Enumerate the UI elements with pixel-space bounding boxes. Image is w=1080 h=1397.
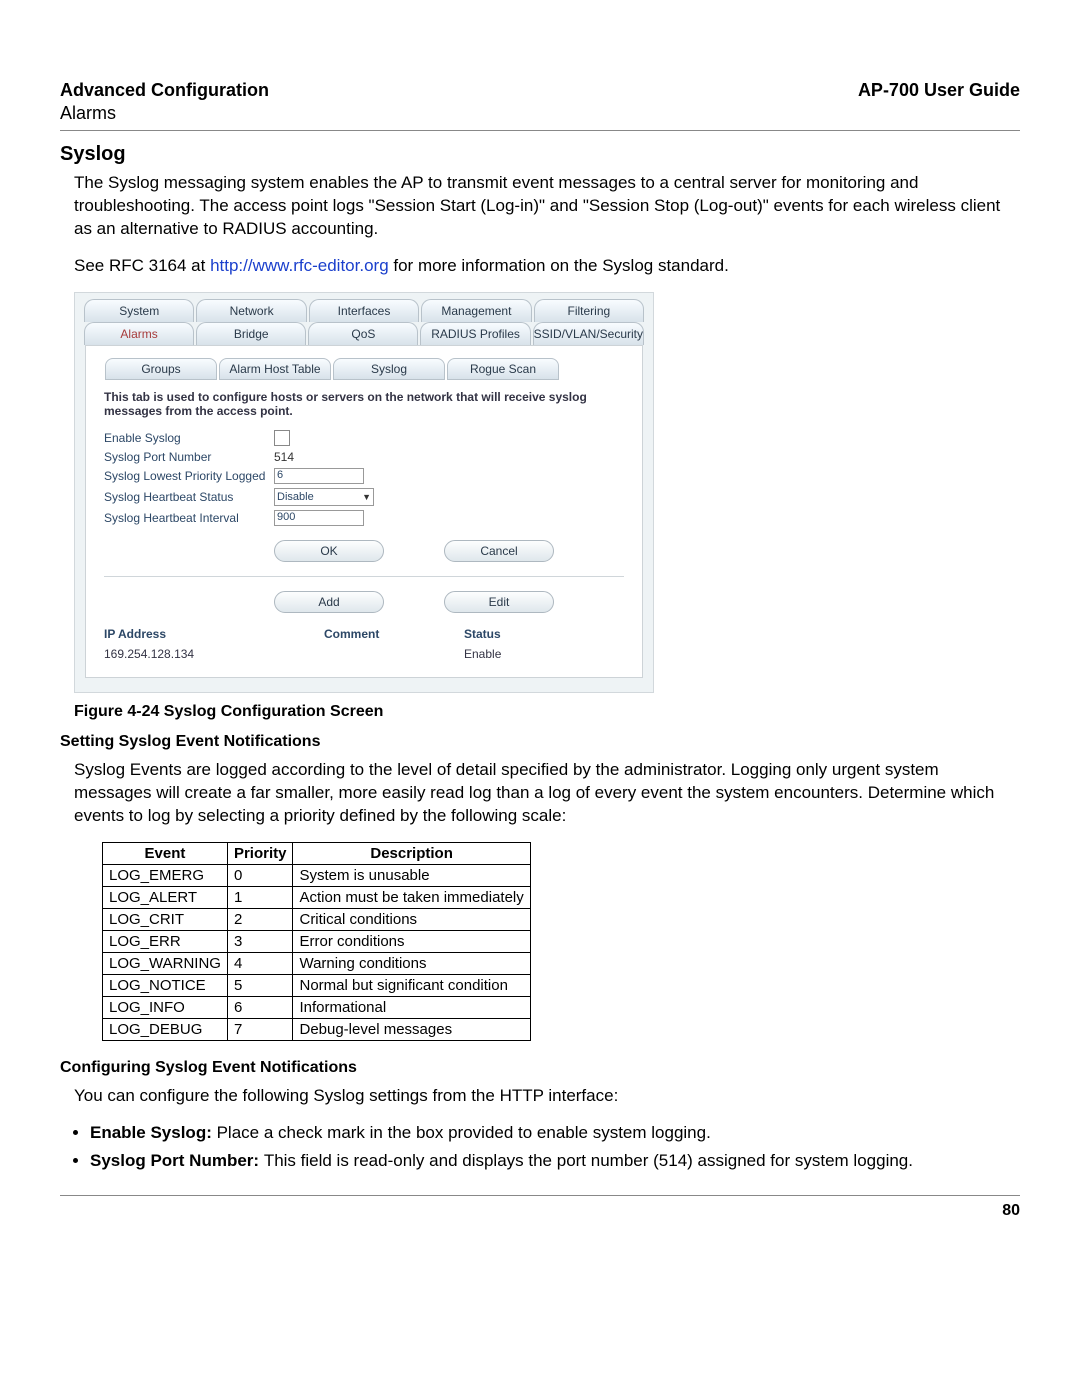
section-title: Syslog [60, 143, 1020, 166]
table-cell: 1 [227, 886, 293, 908]
hostrow-ip: 169.254.128.134 [104, 647, 324, 661]
hbstatus-label: Syslog Heartbeat Status [104, 490, 274, 504]
cancel-button[interactable]: Cancel [444, 540, 554, 562]
table-cell: LOG_ERR [103, 930, 228, 952]
priority-label: Syslog Lowest Priority Logged [104, 469, 274, 483]
hostrow-comment [324, 647, 464, 661]
enable-syslog-label: Enable Syslog [104, 431, 274, 445]
table-cell: 4 [227, 952, 293, 974]
paragraph-rfc: See RFC 3164 at http://www.rfc-editor.or… [74, 255, 1020, 278]
table-cell: LOG_WARNING [103, 952, 228, 974]
table-cell: 5 [227, 974, 293, 996]
tab-qos[interactable]: QoS [308, 322, 418, 345]
table-cell: Normal but significant condition [293, 974, 530, 996]
pri-h-desc: Description [293, 842, 530, 864]
table-cell: Informational [293, 996, 530, 1018]
table-cell: 2 [227, 908, 293, 930]
table-cell: Error conditions [293, 930, 530, 952]
edit-button[interactable]: Edit [444, 591, 554, 613]
pri-h-priority: Priority [227, 842, 293, 864]
subtab-alarmhost[interactable]: Alarm Host Table [219, 358, 331, 380]
tab-bridge[interactable]: Bridge [196, 322, 306, 345]
hosthdr-comment: Comment [324, 627, 464, 641]
hbint-field[interactable]: 900 [274, 510, 364, 526]
paragraph-config: You can configure the following Syslog s… [74, 1085, 1020, 1108]
header-sub: Alarms [60, 103, 1020, 124]
priority-field[interactable]: 6 [274, 468, 364, 484]
hosthdr-status: Status [464, 627, 584, 641]
table-cell: Warning conditions [293, 952, 530, 974]
table-cell: 3 [227, 930, 293, 952]
header-left: Advanced Configuration [60, 80, 269, 101]
tab-interfaces[interactable]: Interfaces [309, 299, 419, 322]
table-cell: Critical conditions [293, 908, 530, 930]
hostrow-status: Enable [464, 647, 584, 661]
subtab-roguescan[interactable]: Rogue Scan [447, 358, 559, 380]
header-rule [60, 130, 1020, 131]
table-cell: System is unusable [293, 864, 530, 886]
ok-button[interactable]: OK [274, 540, 384, 562]
subtab-syslog[interactable]: Syslog [333, 358, 445, 380]
subhead-setting: Setting Syslog Event Notifications [60, 733, 1020, 751]
hbint-label: Syslog Heartbeat Interval [104, 511, 274, 525]
table-cell: 6 [227, 996, 293, 1018]
table-cell: LOG_CRIT [103, 908, 228, 930]
port-value: 514 [274, 450, 294, 464]
paragraph-intro: The Syslog messaging system enables the … [74, 172, 1020, 241]
rfc-pre: See RFC 3164 at [74, 256, 210, 275]
tab-filtering[interactable]: Filtering [534, 299, 644, 322]
list-item: Syslog Port Number: This field is read-o… [90, 1150, 1020, 1173]
tab-radius[interactable]: RADIUS Profiles [420, 322, 530, 345]
tab-ssid[interactable]: SSID/VLAN/Security [533, 322, 644, 345]
table-cell: Debug-level messages [293, 1018, 530, 1040]
header-right: AP-700 User Guide [858, 80, 1020, 101]
table-cell: LOG_EMERG [103, 864, 228, 886]
chevron-down-icon: ▼ [362, 492, 371, 502]
subtab-groups[interactable]: Groups [105, 358, 217, 380]
table-cell: LOG_DEBUG [103, 1018, 228, 1040]
tab-alarms[interactable]: Alarms [84, 322, 194, 345]
rfc-link[interactable]: http://www.rfc-editor.org [210, 256, 389, 275]
enable-syslog-checkbox[interactable] [274, 430, 290, 446]
rfc-post: for more information on the Syslog stand… [389, 256, 729, 275]
hbstatus-select[interactable]: Disable ▼ [274, 488, 374, 506]
table-cell: LOG_NOTICE [103, 974, 228, 996]
figure-caption: Figure 4-24 Syslog Configuration Screen [74, 703, 1020, 721]
table-cell: Action must be taken immediately [293, 886, 530, 908]
divider [104, 576, 624, 577]
bullet-list: Enable Syslog: Place a check mark in the… [90, 1122, 1020, 1174]
page-number: 80 [60, 1202, 1020, 1220]
pri-h-event: Event [103, 842, 228, 864]
table-cell: 0 [227, 864, 293, 886]
add-button[interactable]: Add [274, 591, 384, 613]
panel-description: This tab is used to configure hosts or s… [104, 390, 624, 418]
tab-network[interactable]: Network [196, 299, 306, 322]
config-screenshot: System Network Interfaces Management Fil… [74, 292, 654, 693]
tab-management[interactable]: Management [421, 299, 531, 322]
hosthdr-ip: IP Address [104, 627, 324, 641]
footer-rule [60, 1195, 1020, 1196]
paragraph-events: Syslog Events are logged according to th… [74, 759, 1020, 828]
table-cell: 7 [227, 1018, 293, 1040]
tab-system[interactable]: System [84, 299, 194, 322]
table-cell: LOG_INFO [103, 996, 228, 1018]
hbstatus-value: Disable [277, 491, 314, 503]
list-item: Enable Syslog: Place a check mark in the… [90, 1122, 1020, 1145]
port-label: Syslog Port Number [104, 450, 274, 464]
table-cell: LOG_ALERT [103, 886, 228, 908]
priority-table: Event Priority Description LOG_EMERG0Sys… [102, 842, 531, 1041]
subhead-config: Configuring Syslog Event Notifications [60, 1059, 1020, 1077]
